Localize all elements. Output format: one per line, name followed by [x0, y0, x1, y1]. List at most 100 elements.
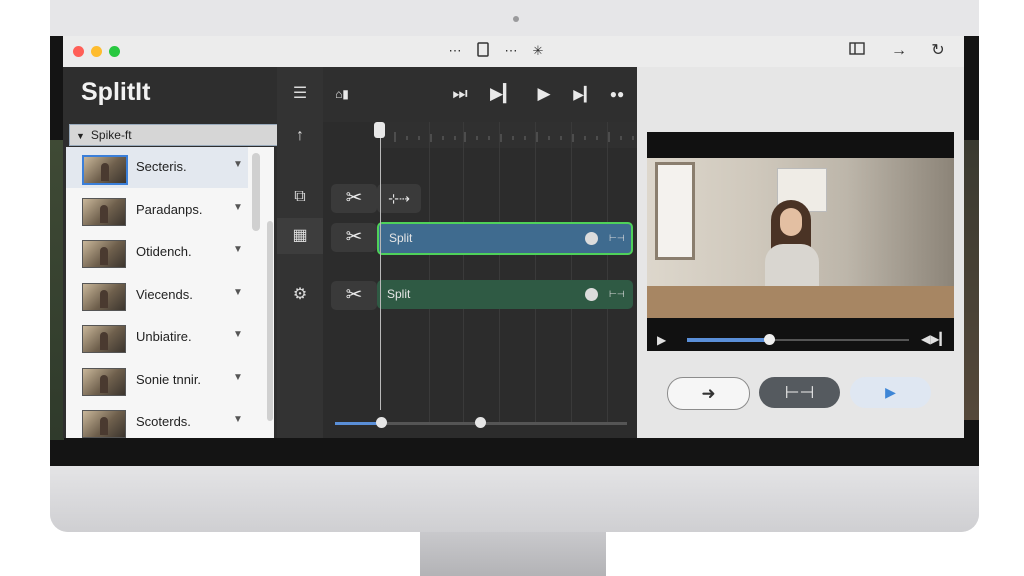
list-item-label: Otidench.	[136, 244, 192, 259]
chevron-down-icon[interactable]: ▼	[233, 159, 243, 170]
more-icon[interactable]: ●●	[604, 82, 630, 106]
chevron-down-icon[interactable]: ▼	[233, 244, 243, 255]
zoom-window-button[interactable]	[109, 46, 120, 57]
app-title: SplitIt	[81, 78, 151, 106]
play-icon[interactable]: ▶	[531, 82, 557, 106]
clip-handle[interactable]	[585, 232, 598, 245]
scene-table	[647, 286, 954, 318]
list-item[interactable]: Paradanps. ▼	[66, 190, 248, 231]
arrow-right-icon: ➜	[701, 384, 716, 403]
timeline-clip[interactable]: Split ⊢⊣	[377, 280, 633, 309]
chevron-down-icon[interactable]: ▼	[233, 329, 243, 340]
chevron-down-icon[interactable]: ▼	[233, 414, 243, 425]
scene-person-face	[780, 208, 802, 236]
sparkle-icon[interactable]: ✳	[528, 42, 548, 60]
forward-button[interactable]: ➜	[667, 377, 750, 410]
list-item[interactable]: Viecends. ▼	[66, 275, 248, 316]
close-window-button[interactable]	[73, 46, 84, 57]
scissors-icon[interactable]: ✂	[331, 281, 377, 310]
list-item[interactable]: Sonie tnnir. ▼	[66, 360, 248, 401]
list-item-label: Paradanps.	[136, 202, 203, 217]
cursor-icon[interactable]: ↑	[277, 118, 323, 154]
split-button[interactable]: ⊢⊣	[759, 377, 840, 408]
thumbnail	[82, 325, 126, 353]
list-item-label: Unbiatire.	[136, 329, 192, 344]
chevron-down-icon[interactable]: ▼	[233, 202, 243, 213]
thumbnail	[82, 368, 126, 396]
grid-line	[463, 122, 464, 424]
arrow-right-icon[interactable]: →	[889, 42, 909, 60]
list-item-label: Scoterds.	[136, 414, 191, 429]
video-frame[interactable]	[647, 158, 954, 318]
zoom-slider-start-handle[interactable]	[376, 417, 387, 428]
playhead-handle[interactable]	[374, 122, 385, 138]
list-scrollbar[interactable]	[252, 153, 260, 231]
refresh-icon[interactable]: ↻	[928, 42, 948, 60]
zoom-slider-end-handle[interactable]	[475, 417, 486, 428]
zoom-slider-fill	[335, 422, 381, 425]
timeline-ruler[interactable]	[381, 122, 637, 148]
crop-icon[interactable]: ⧉	[277, 179, 323, 215]
list-item-label: Sonie tnnir.	[136, 372, 202, 387]
thumbnail	[82, 155, 128, 185]
seek-handle[interactable]	[764, 334, 775, 345]
document-icon[interactable]	[473, 42, 493, 60]
background-decor-right	[964, 140, 979, 420]
clip-label: Split	[389, 231, 413, 245]
app-window: ⋯ ⋯ ✳ → ↻ SplitIt ▼ Spike-ft Secteris. ▼ …	[63, 36, 964, 438]
thumbnail	[82, 283, 126, 311]
chevron-down-icon[interactable]: ▼	[233, 287, 243, 298]
list-header[interactable]: ▼ Spike-ft	[69, 124, 278, 146]
sidebar-icon[interactable]	[847, 42, 867, 60]
chevron-down-icon[interactable]: ▼	[233, 372, 243, 383]
thumbnail	[82, 410, 126, 438]
step-forward-icon[interactable]: ▶▎	[490, 82, 516, 106]
play-icon: ▶	[885, 384, 896, 400]
skip-end-icon[interactable]: ◀▶▎	[921, 332, 949, 346]
webcam	[513, 16, 519, 22]
play-icon[interactable]: ▶	[657, 333, 666, 347]
list-item[interactable]: Unbiatire. ▼	[66, 317, 248, 358]
next-frame-icon[interactable]: ▶▎	[571, 82, 597, 106]
grid-line	[607, 122, 608, 424]
disclosure-triangle-icon: ▼	[76, 131, 85, 141]
thumbnail	[82, 240, 126, 268]
grid-line	[571, 122, 572, 424]
layout-grid-icon[interactable]: ▦	[277, 218, 323, 254]
split-icon: ⊢⊣	[784, 383, 815, 402]
list-header-label: Spike-ft	[90, 128, 132, 142]
playhead[interactable]	[380, 128, 381, 410]
more-icon[interactable]: ⋯	[501, 42, 521, 60]
skip-forward-icon[interactable]: ⏭	[447, 82, 473, 106]
gear-icon[interactable]: ⚙	[277, 277, 323, 313]
file-list: Secteris. ▼ Paradanps. ▼ Otidench. ▼ Vie…	[66, 147, 274, 438]
timeline-clip[interactable]: Split ⊢⊣	[377, 222, 633, 255]
list-item[interactable]: Otidench. ▼	[66, 232, 248, 273]
trim-icon[interactable]: ⊢⊣	[609, 280, 625, 309]
monitor-chin	[50, 466, 979, 532]
trim-icon[interactable]: ⊢⊣	[609, 224, 625, 253]
clip-label: Split	[387, 287, 411, 301]
scissors-icon[interactable]: ✂	[331, 223, 377, 252]
seek-bar-fill	[687, 338, 769, 342]
play-button[interactable]: ▶	[850, 377, 931, 408]
list-icon[interactable]: ☰	[277, 76, 323, 112]
scissors-icon[interactable]: ✂	[331, 184, 377, 213]
title-bar: ⋯ ⋯ ✳ → ↻	[63, 36, 964, 68]
thumbnail	[82, 198, 126, 226]
panel-scrollbar[interactable]	[267, 221, 273, 421]
scene-window	[655, 162, 695, 260]
home-icon[interactable]: ⌂▮	[329, 82, 355, 106]
list-item-label: Viecends.	[136, 287, 193, 302]
monitor-stand	[420, 532, 606, 576]
more-icon[interactable]: ⋯	[445, 42, 465, 60]
minimize-window-button[interactable]	[91, 46, 102, 57]
list-item[interactable]: Scoterds. ▼	[66, 402, 248, 438]
grid-line	[535, 122, 536, 424]
list-item-label: Secteris.	[136, 159, 187, 174]
list-item[interactable]: Secteris. ▼	[66, 147, 248, 188]
grid-line	[499, 122, 500, 424]
clip-handle[interactable]	[585, 288, 598, 301]
split-marker-button[interactable]: ⊹⇢	[377, 184, 421, 213]
background-decor-left	[50, 140, 64, 440]
